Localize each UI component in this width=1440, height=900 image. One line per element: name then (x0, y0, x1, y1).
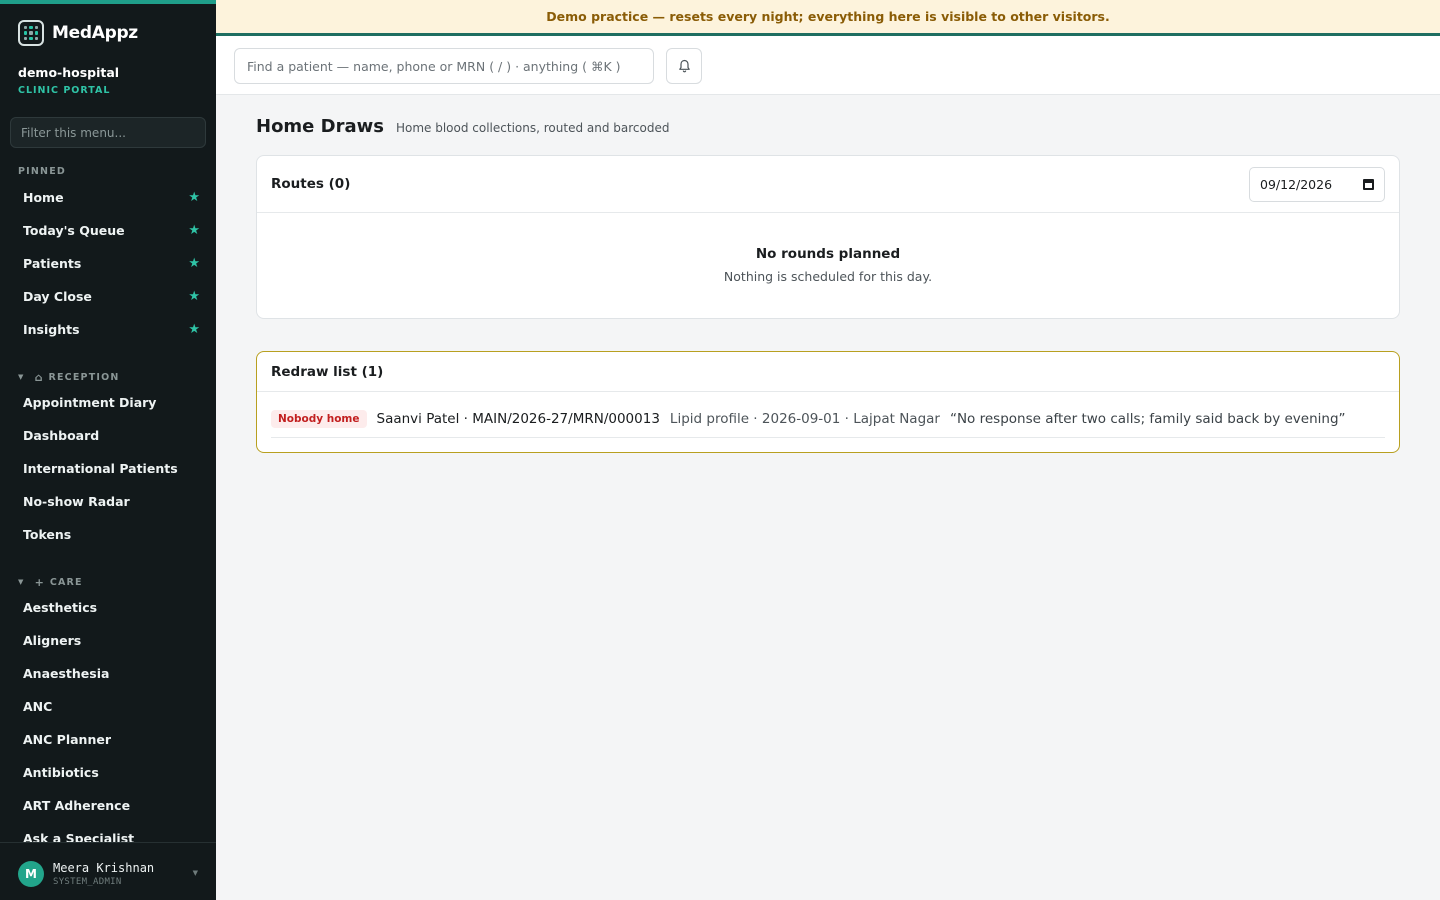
sidebar-item-antibiotics[interactable]: Antibiotics (0, 756, 216, 789)
brand[interactable]: MedAppz (18, 20, 138, 46)
caret-down-icon: ▼ (18, 578, 25, 586)
sidebar-item-patients[interactable]: Patients ★ (0, 247, 216, 280)
page-header: Home Draws Home blood collections, route… (256, 116, 669, 137)
user-role: SYSTEM_ADMIN (53, 876, 122, 887)
notifications-button[interactable] (666, 48, 702, 84)
page-subtitle: Home blood collections, routed and barco… (395, 121, 670, 135)
route-date-input[interactable]: 09/12/2026 (1249, 166, 1385, 202)
sidebar-item-anc[interactable]: ANC (0, 690, 216, 723)
star-icon[interactable]: ★ (188, 190, 200, 205)
sidebar-item-aesthetics[interactable]: Aesthetics (0, 591, 216, 624)
calendar-icon[interactable] (1363, 178, 1374, 190)
bell-icon (678, 59, 690, 73)
routes-card: Routes (0) 09/12/2026 No rounds planned … (256, 155, 1400, 319)
star-icon[interactable]: ★ (188, 289, 200, 304)
user-name: Meera Krishnan (53, 860, 155, 875)
redraw-list-card: Redraw list (1) Nobody home Saanvi Patel… (256, 351, 1400, 453)
sidebar-item-todays-queue[interactable]: Today's Queue ★ (0, 214, 216, 247)
sidebar-item-home[interactable]: Home ★ (0, 181, 216, 214)
empty-state-title: No rounds planned (755, 246, 901, 262)
brand-name: MedAppz (52, 23, 138, 43)
sidebar-item-day-close[interactable]: Day Close ★ (0, 280, 216, 313)
sidebar: MedAppz demo-hospital CLINIC PORTAL PINN… (0, 0, 216, 900)
section-care-heading[interactable]: ▼ + CARE (0, 575, 216, 589)
redraw-patient[interactable]: Saanvi Patel · MAIN/2026-27/MRN/000013 (377, 411, 660, 427)
sidebar-item-dashboard[interactable]: Dashboard (0, 419, 216, 452)
home-icon: ⌂ (34, 370, 43, 384)
sidebar-item-appointment-diary[interactable]: Appointment Diary (0, 386, 216, 419)
demo-banner-text: Demo practice — resets every night; ever… (546, 9, 1110, 24)
route-date-value: 09/12/2026 (1260, 176, 1333, 192)
avatar: M (18, 860, 44, 887)
caret-down-icon: ▼ (18, 373, 25, 381)
section-reception-heading[interactable]: ▼ ⌂ RECEPTION (0, 370, 216, 384)
sidebar-item-insights[interactable]: Insights ★ (0, 313, 216, 346)
org-subtitle: CLINIC PORTAL (18, 85, 111, 96)
star-icon[interactable]: ★ (188, 256, 200, 271)
sidebar-item-international-patients[interactable]: International Patients (0, 452, 216, 485)
medappz-logo-icon (18, 20, 44, 46)
star-icon[interactable]: ★ (188, 223, 200, 238)
sidebar-item-ask-a-specialist[interactable]: Ask a Specialist (0, 822, 216, 842)
user-menu[interactable]: M Meera Krishnan SYSTEM_ADMIN ▼ (0, 842, 216, 900)
redraw-row[interactable]: Nobody home Saanvi Patel · MAIN/2026-27/… (271, 401, 1385, 438)
status-badge: Nobody home (271, 410, 367, 428)
section-pinned-heading: PINNED (18, 165, 66, 177)
sidebar-item-anc-planner[interactable]: ANC Planner (0, 723, 216, 756)
top-bar (216, 36, 1440, 95)
sidebar-item-no-show-radar[interactable]: No-show Radar (0, 485, 216, 518)
sidebar-item-aligners[interactable]: Aligners (0, 624, 216, 657)
redraw-note: “No response after two calls; family sai… (949, 411, 1346, 427)
org-name: demo-hospital (18, 65, 120, 80)
demo-banner: Demo practice — resets every night; ever… (216, 0, 1440, 36)
sidebar-item-tokens[interactable]: Tokens (0, 518, 216, 551)
chevron-down-icon: ▼ (192, 869, 198, 877)
menu-filter-input[interactable] (10, 117, 206, 148)
sidebar-item-anaesthesia[interactable]: Anaesthesia (0, 657, 216, 690)
sidebar-item-art-adherence[interactable]: ART Adherence (0, 789, 216, 822)
patient-search-input[interactable] (234, 48, 654, 84)
empty-state-subtitle: Nothing is scheduled for this day. (723, 269, 933, 284)
routes-title: Routes (0) (271, 176, 351, 192)
redraw-details: Lipid profile · 2026-09-01 · Lajpat Naga… (669, 411, 940, 427)
star-icon[interactable]: ★ (188, 322, 200, 337)
page-title: Home Draws (256, 116, 384, 137)
redraw-card-header: Redraw list (1) (257, 352, 1399, 392)
sidebar-nav: PINNED Home ★ Today's Queue ★ Patients ★… (0, 164, 216, 843)
routes-card-header: Routes (0) 09/12/2026 (257, 156, 1399, 213)
plus-icon: + (34, 575, 44, 589)
routes-empty-state: No rounds planned Nothing is scheduled f… (257, 213, 1399, 284)
redraw-title: Redraw list (1) (271, 363, 384, 380)
